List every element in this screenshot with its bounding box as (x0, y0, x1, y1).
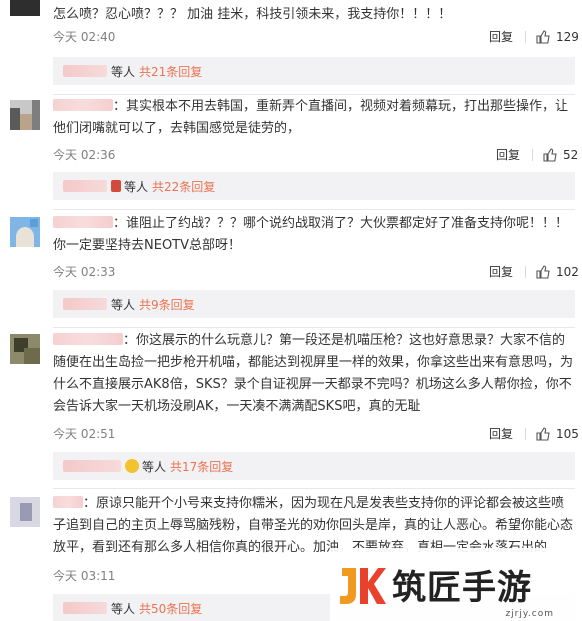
action-divider (525, 427, 527, 440)
comment-text: 谁阻止了约战？？？哪个说约战取消了？大伙票都定好了准备支持你呢！！！你一定要坚持… (53, 216, 569, 253)
blurred-usernames (63, 65, 107, 77)
name-separator: ： (123, 333, 137, 348)
comment-divider (53, 327, 575, 328)
comment-actions: 回复 52 (496, 146, 578, 163)
blurred-usernames (63, 180, 107, 192)
action-divider (532, 148, 534, 161)
comment-time: 今天 02:51 (53, 427, 116, 441)
comment-actions: 回复 105 (489, 425, 579, 442)
emoji-icon (111, 180, 121, 192)
name-separator: ： (83, 496, 97, 511)
blurred-usernames (63, 460, 121, 472)
heart-eyes-emoji-icon (125, 459, 139, 473)
blurred-usernames (63, 602, 107, 614)
reply-count-link[interactable]: 共22条回复 (152, 178, 215, 195)
blurred-username[interactable] (53, 333, 123, 345)
reply-summary[interactable]: 等人 共17条回复 (53, 452, 575, 480)
reply-summary[interactable]: 等人 共22条回复 (53, 172, 575, 200)
blurred-username[interactable] (53, 496, 83, 508)
like-count: 129 (556, 29, 579, 44)
comment-text: 其实根本不用去韩国，重新弄个直播间，视频对着频幕玩，打出那些操作，让他们闭嘴就可… (53, 99, 569, 136)
thumb-up-icon[interactable] (536, 426, 550, 441)
reply-button[interactable]: 回复 (496, 146, 520, 163)
action-divider (525, 30, 527, 43)
comment-time: 今天 02:36 (53, 148, 116, 162)
comment-time: 今天 02:33 (53, 265, 116, 279)
watermark-title: 筑匠手游 (392, 568, 532, 608)
reply-people-label: 等人 (142, 459, 167, 474)
avatar[interactable] (10, 217, 40, 247)
reply-people-label: 等人 (124, 179, 149, 194)
blurred-username[interactable] (53, 99, 113, 111)
comment-text-block: ：你这展示的什么玩意儿？第一段还是机喵压枪？这也好意思录？大家不信的随便在出生岛… (53, 330, 575, 418)
avatar[interactable] (10, 497, 40, 527)
avatar[interactable] (10, 100, 40, 130)
comment-time: 今天 02:40 (53, 30, 116, 44)
comment-divider (53, 94, 575, 95)
reply-count-link[interactable]: 共9条回复 (139, 296, 195, 313)
name-separator: ： (113, 99, 127, 114)
reply-count-link[interactable]: 共21条回复 (139, 63, 202, 80)
action-divider (525, 265, 527, 278)
jk-logo-icon (336, 560, 386, 610)
name-separator: ： (113, 216, 127, 231)
reply-button[interactable]: 回复 (489, 28, 513, 45)
like-count: 102 (556, 264, 579, 279)
comment-divider (53, 488, 575, 489)
reply-people-label: 等人 (111, 601, 136, 616)
site-watermark: 筑匠手游 zjrjy.com (330, 548, 582, 621)
comment-divider (53, 209, 575, 210)
blurred-usernames (63, 298, 107, 310)
comment-text-block: ：其实根本不用去韩国，重新弄个直播间，视频对着频幕玩，打出那些操作，让他们闭嘴就… (53, 96, 575, 140)
avatar[interactable] (10, 0, 40, 16)
reply-button[interactable]: 回复 (489, 425, 513, 442)
comment-actions: 回复 129 (489, 28, 579, 45)
comment-actions: 回复 102 (489, 263, 579, 280)
thumb-up-icon[interactable] (536, 264, 550, 279)
watermark-url: zjrjy.com (505, 609, 554, 619)
thumb-up-icon[interactable] (543, 147, 557, 162)
reply-summary[interactable]: 等人 共21条回复 (53, 57, 575, 85)
reply-count-link[interactable]: 共17条回复 (170, 458, 233, 475)
avatar[interactable] (10, 334, 40, 364)
comment-text: 原谅只能开个小号来支持你糯米，因为现在凡是发表些支持你的评论都会被这些喷子追到自… (53, 496, 574, 555)
reply-count-link[interactable]: 共50条回复 (139, 600, 202, 617)
reply-people-label: 等人 (111, 297, 136, 312)
like-count: 105 (556, 426, 579, 441)
comment-text-block: ：谁阻止了约战？？？哪个说约战取消了？大伙票都定好了准备支持你呢！！！你一定要坚… (53, 213, 575, 257)
blurred-username[interactable] (53, 216, 113, 228)
comment-time: 今天 03:11 (53, 569, 116, 583)
reply-summary[interactable]: 等人 共9条回复 (53, 290, 575, 318)
thumb-up-icon[interactable] (536, 29, 550, 44)
reply-button[interactable]: 回复 (489, 263, 513, 280)
reply-people-label: 等人 (111, 64, 136, 79)
comment-text: 怎么喷？忍心喷？？？ 加油 挂米，科技引领未来，我支持你！！！！ (53, 7, 452, 22)
like-count: 52 (563, 147, 579, 162)
